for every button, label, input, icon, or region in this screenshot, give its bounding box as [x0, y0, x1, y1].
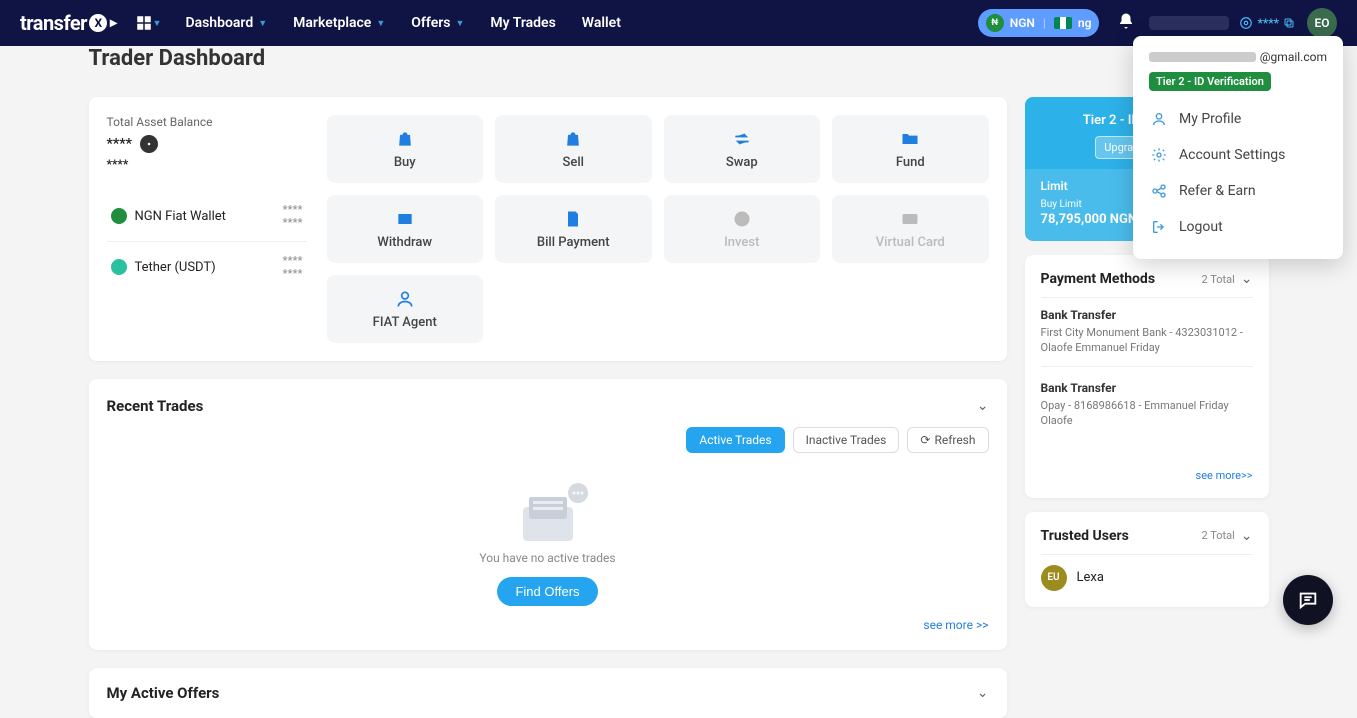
chat-fab-button[interactable]: [1283, 575, 1333, 625]
currency-code: NGN: [1010, 16, 1035, 30]
action-buy[interactable]: Buy: [327, 115, 484, 183]
dropdown-refer-earn[interactable]: Refer & Earn: [1133, 173, 1343, 209]
gear-icon: [1151, 147, 1167, 163]
file-icon: [563, 209, 583, 229]
active-offers-card: My Active Offers ⌄: [89, 668, 1007, 718]
wallet-row[interactable]: NGN Fiat Wallet ********: [107, 191, 307, 241]
actions-grid: Buy Sell Swap Fund Withdraw Bill Payment…: [327, 115, 989, 343]
logo[interactable]: transferX▸: [20, 11, 117, 35]
dropdown-email: @gmail.com: [1133, 50, 1343, 72]
trusted-users-title: Trusted Users: [1041, 528, 1129, 544]
currency-icon: ₦: [986, 14, 1004, 32]
trusted-user-item[interactable]: EU Lexa: [1041, 565, 1253, 591]
recent-trades-title: Recent Trades: [107, 397, 204, 415]
chevron-down-icon: ▼: [153, 18, 162, 29]
apps-grid-icon[interactable]: ▼: [135, 14, 162, 32]
buy-limit-label: Buy Limit: [1041, 199, 1138, 210]
nav-item-marketplace[interactable]: Marketplace▼: [293, 15, 385, 31]
payment-methods-title: Payment Methods: [1041, 271, 1156, 287]
action-fiat-agent[interactable]: FIAT Agent: [327, 275, 484, 343]
refresh-icon: ⟳: [920, 433, 930, 447]
chevron-down-icon[interactable]: ⌄: [1241, 271, 1253, 287]
balance-card: Total Asset Balance **** **** NGN Fiat W…: [89, 97, 1007, 361]
copy-icon[interactable]: [1283, 17, 1295, 29]
action-withdraw[interactable]: Withdraw: [327, 195, 484, 263]
dropdown-account-settings[interactable]: Account Settings: [1133, 137, 1343, 173]
account-dropdown: @gmail.com Tier 2 - ID Verification My P…: [1133, 36, 1343, 259]
logo-text-left: transfer: [20, 11, 87, 35]
nav-item-mytrades[interactable]: My Trades: [490, 15, 555, 31]
redacted-name: [1149, 16, 1229, 30]
action-bill-payment[interactable]: Bill Payment: [495, 195, 652, 263]
swap-icon: [732, 129, 752, 149]
chevron-down-icon[interactable]: ⌄: [977, 398, 989, 414]
active-offers-title: My Active Offers: [107, 684, 220, 702]
balance-masked: ****: [107, 136, 132, 152]
find-offers-button[interactable]: Find Offers: [497, 577, 597, 606]
dropdown-logout[interactable]: Logout: [1133, 209, 1343, 245]
avatar[interactable]: EO: [1307, 8, 1337, 38]
logo-text-right: X: [89, 14, 107, 32]
payment-method-item[interactable]: Bank Transfer Opay - 8168986618 - Emmanu…: [1041, 381, 1253, 429]
wallet-icon: [395, 209, 415, 229]
chevron-down-icon[interactable]: ⌄: [977, 685, 989, 701]
buy-limit-value: 78,795,000 NGN: [1041, 212, 1138, 227]
tab-active-trades[interactable]: Active Trades: [686, 427, 784, 453]
recent-trades-card: Recent Trades ⌄ Active Trades Inactive T…: [89, 379, 1007, 650]
action-virtual-card: Virtual Card: [832, 195, 989, 263]
currency-selector[interactable]: ₦ NGN | ng: [978, 9, 1100, 37]
chevron-down-icon: ▼: [376, 18, 385, 29]
bag-icon: [563, 129, 583, 149]
nav-item-wallet[interactable]: Wallet: [582, 15, 621, 31]
eye-icon[interactable]: [140, 135, 158, 153]
empty-trades-illustration: [513, 479, 583, 539]
chevron-down-icon[interactable]: ⌄: [1241, 528, 1253, 544]
dropdown-my-profile[interactable]: My Profile: [1133, 101, 1343, 137]
ngn-icon: [111, 208, 127, 224]
nav-item-offers[interactable]: Offers▼: [411, 15, 464, 31]
balance-masked-2: ****: [107, 157, 307, 171]
tier-badge: Tier 2 - ID Verification: [1149, 72, 1271, 91]
card-icon: [900, 209, 920, 229]
payment-method-item[interactable]: Bank Transfer First City Monument Bank -…: [1041, 308, 1253, 367]
trusted-user-name: Lexa: [1077, 570, 1104, 585]
tab-inactive-trades[interactable]: Inactive Trades: [793, 427, 900, 453]
dollar-icon: [732, 209, 752, 229]
page-title: Trader Dashboard: [89, 46, 1269, 71]
folder-plus-icon: [900, 129, 920, 149]
logout-icon: [1151, 219, 1167, 235]
nav-item-dashboard[interactable]: Dashboard▼: [185, 15, 267, 31]
balance-label: Total Asset Balance: [107, 115, 307, 129]
user-icon: [395, 289, 415, 309]
see-more-payment-methods[interactable]: see more>>: [1041, 469, 1253, 482]
refresh-button[interactable]: ⟳Refresh: [907, 427, 988, 453]
bag-icon: [395, 129, 415, 149]
chat-icon: [1297, 589, 1319, 611]
chevron-down-icon: ▼: [258, 18, 267, 29]
share-icon: [1151, 183, 1167, 199]
flag-ng-icon: [1054, 17, 1072, 29]
trusted-users-panel: Trusted Users 2 Total⌄ EU Lexa: [1025, 512, 1269, 607]
trusted-user-avatar: EU: [1041, 565, 1067, 591]
lang-code: ng: [1078, 16, 1092, 30]
nav-links: Dashboard▼ Marketplace▼ Offers▼ My Trade…: [185, 15, 620, 31]
empty-trades-text: You have no active trades: [479, 551, 615, 565]
user-icon: [1151, 111, 1167, 127]
user-id: ****: [1239, 16, 1295, 30]
see-more-trades[interactable]: see more >>: [107, 618, 989, 632]
action-swap[interactable]: Swap: [664, 115, 821, 183]
redacted-email: [1149, 52, 1256, 62]
bell-icon[interactable]: [1117, 12, 1135, 34]
wallet-row[interactable]: Tether (USDT) ********: [107, 241, 307, 292]
action-fund[interactable]: Fund: [832, 115, 989, 183]
action-sell[interactable]: Sell: [495, 115, 652, 183]
payment-methods-panel: Payment Methods 2 Total⌄ Bank Transfer F…: [1025, 255, 1269, 498]
chevron-down-icon: ▼: [455, 18, 464, 29]
action-invest: Invest: [664, 195, 821, 263]
usdt-icon: [111, 259, 127, 275]
